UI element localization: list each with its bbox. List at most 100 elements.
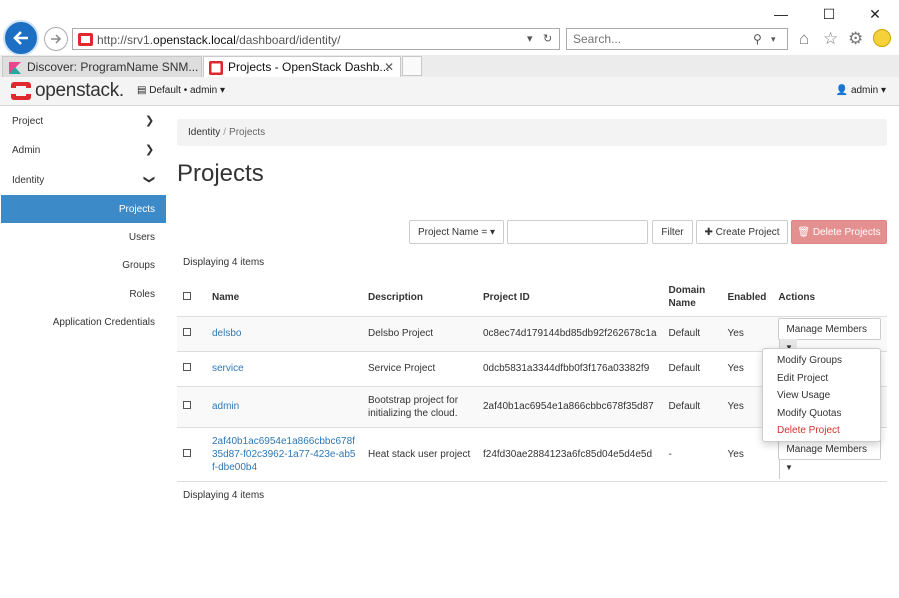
project-description: Service Project: [362, 351, 477, 387]
domain-name: Default: [662, 316, 722, 352]
back-arrow-icon: [13, 31, 28, 45]
menu-item-view-usage[interactable]: View Usage: [777, 390, 830, 401]
sidebar-item-application-credentials[interactable]: Application Credentials: [0, 308, 166, 336]
page-title: Projects: [177, 160, 264, 187]
browser-tab-strip: Discover: ProgramName SNM... Projects - …: [0, 55, 899, 78]
maximize-button[interactable]: ☐: [818, 6, 840, 23]
trash-icon: 🗑: [797, 227, 811, 238]
manage-members-button[interactable]: Manage Members: [779, 319, 874, 339]
browser-search-box[interactable]: ⚲ ▾: [566, 28, 788, 50]
project-description: Bootstrap project for initializing the c…: [362, 386, 477, 428]
server-icon: ▤: [137, 85, 147, 96]
filter-button[interactable]: Filter: [652, 220, 693, 244]
feedback-smiley-icon[interactable]: [873, 29, 891, 47]
column-header-domain-name[interactable]: Domain Name: [662, 279, 722, 317]
chevron-right-icon: ❯: [145, 144, 155, 156]
sidebar: Project ❯ Admin ❯ Identity ❯ Projects Us…: [0, 106, 166, 598]
forward-button[interactable]: [44, 27, 68, 51]
new-tab-button[interactable]: [402, 56, 422, 76]
row-actions-dropdown: Modify Groups Edit Project View Usage Mo…: [762, 348, 881, 442]
manage-members-button[interactable]: Manage Members: [779, 439, 874, 459]
openstack-favicon-icon: [78, 33, 93, 46]
filter-input[interactable]: [507, 220, 648, 244]
table-header-row: Name Description Project ID Domain Name …: [177, 279, 887, 317]
search-dropdown-icon[interactable]: ▾: [771, 34, 776, 45]
project-name-link[interactable]: delsbo: [212, 328, 241, 339]
column-header-actions: Actions: [772, 279, 887, 317]
refresh-icon[interactable]: ↻: [543, 32, 552, 45]
select-all-checkbox[interactable]: [183, 291, 191, 300]
user-icon: 👤: [835, 85, 849, 96]
domain-name: Default: [662, 386, 722, 428]
project-name-link[interactable]: service: [212, 363, 244, 374]
create-project-button[interactable]: ✚ Create Project: [696, 220, 788, 244]
menu-item-delete-project[interactable]: Delete Project: [777, 425, 840, 436]
sidebar-item-roles[interactable]: Roles: [0, 280, 166, 308]
dropdown-arrow-icon[interactable]: ▾: [527, 32, 533, 45]
menu-item-edit-project[interactable]: Edit Project: [777, 373, 828, 384]
openstack-tab-icon: [209, 61, 223, 75]
table-row: delsbo Delsbo Project 0c8ec74d179144bd85…: [177, 316, 887, 359]
chevron-right-icon: ❯: [145, 115, 155, 127]
menu-item-modify-groups[interactable]: Modify Groups: [777, 355, 842, 366]
home-icon[interactable]: ⌂: [799, 29, 809, 49]
plus-icon: ✚: [704, 227, 713, 238]
column-header-project-id[interactable]: Project ID: [477, 279, 663, 317]
close-tab-icon[interactable]: ✕: [384, 60, 394, 74]
sidebar-section-identity[interactable]: Identity ❯: [0, 166, 166, 194]
user-menu[interactable]: 👤 admin ▾: [836, 85, 886, 96]
project-name-link[interactable]: admin: [212, 401, 239, 412]
filter-field-select[interactable]: Project Name = ▾: [409, 220, 504, 244]
column-header-enabled[interactable]: Enabled: [721, 279, 773, 317]
project-switcher[interactable]: ▤ Default • admin ▾: [137, 85, 225, 96]
breadcrumb-current: Projects: [229, 127, 266, 138]
tab-label: Projects - OpenStack Dashb...: [228, 60, 390, 74]
close-window-button[interactable]: ✕: [864, 6, 886, 23]
row-actions-toggle[interactable]: ▼: [779, 459, 797, 479]
tab-discover[interactable]: Discover: ProgramName SNM...: [2, 56, 202, 78]
url-text: http://srv1.openstack.local/dashboard/id…: [97, 33, 341, 47]
project-description: Delsbo Project: [362, 316, 477, 352]
row-checkbox[interactable]: [183, 363, 191, 371]
column-header-description[interactable]: Description: [362, 279, 477, 317]
minimize-button[interactable]: —: [770, 6, 792, 22]
settings-gear-icon[interactable]: ⚙: [848, 29, 863, 49]
favorites-star-icon[interactable]: ☆: [823, 29, 838, 49]
domain-name: -: [662, 427, 722, 482]
project-id: 2af40b1ac6954e1a866cbbc678f35d87: [477, 386, 663, 428]
back-button[interactable]: [3, 20, 39, 56]
browser-search-input[interactable]: [573, 32, 743, 46]
project-description: Heat stack user project: [362, 427, 477, 482]
chevron-down-icon: ❯: [143, 174, 156, 185]
magnifier-icon[interactable]: ⚲: [753, 32, 762, 46]
item-count-bottom: Displaying 4 items: [183, 490, 265, 501]
caret-down-icon: ▾: [220, 85, 226, 96]
item-count-top: Displaying 4 items: [183, 257, 265, 268]
delete-projects-button[interactable]: 🗑 Delete Projects: [791, 220, 887, 244]
sidebar-item-groups[interactable]: Groups: [0, 251, 166, 279]
breadcrumb-identity[interactable]: Identity: [188, 127, 220, 138]
tab-label: Discover: ProgramName SNM...: [27, 60, 199, 74]
row-checkbox[interactable]: [183, 448, 191, 457]
manage-members-split-button: Manage Members▼: [778, 317, 881, 359]
sidebar-item-projects[interactable]: Projects: [1, 195, 166, 223]
project-id: 0c8ec74d179144bd85db92f262678c1a: [477, 316, 663, 352]
column-header-name[interactable]: Name: [206, 279, 362, 317]
openstack-logo-icon[interactable]: [9, 82, 33, 100]
menu-item-modify-quotas[interactable]: Modify Quotas: [777, 408, 841, 419]
top-navbar: openstack. ▤ Default • admin ▾ 👤 admin ▾: [0, 77, 899, 106]
tab-projects[interactable]: Projects - OpenStack Dashb... ✕: [203, 56, 401, 78]
project-id: 0dcb5831a3344dfbb0f3f176a03382f9: [477, 351, 663, 387]
row-checkbox[interactable]: [183, 328, 191, 336]
domain-name: Default: [662, 351, 722, 387]
address-bar[interactable]: http://srv1.openstack.local/dashboard/id…: [72, 28, 560, 50]
project-id: f24fd30ae2884123a6fc85d04e5d4e5d: [477, 427, 663, 482]
sidebar-section-admin[interactable]: Admin ❯: [0, 136, 166, 164]
sidebar-item-users[interactable]: Users: [0, 223, 166, 251]
openstack-logo-text[interactable]: openstack.: [35, 80, 124, 102]
sidebar-section-project[interactable]: Project ❯: [0, 107, 166, 135]
forward-arrow-icon: [51, 34, 62, 44]
project-name-link[interactable]: 2af40b1ac6954e1a866cbbc678f35d87-f02c396…: [212, 436, 355, 473]
enabled-value: Yes: [721, 316, 773, 352]
row-checkbox[interactable]: [183, 401, 191, 409]
